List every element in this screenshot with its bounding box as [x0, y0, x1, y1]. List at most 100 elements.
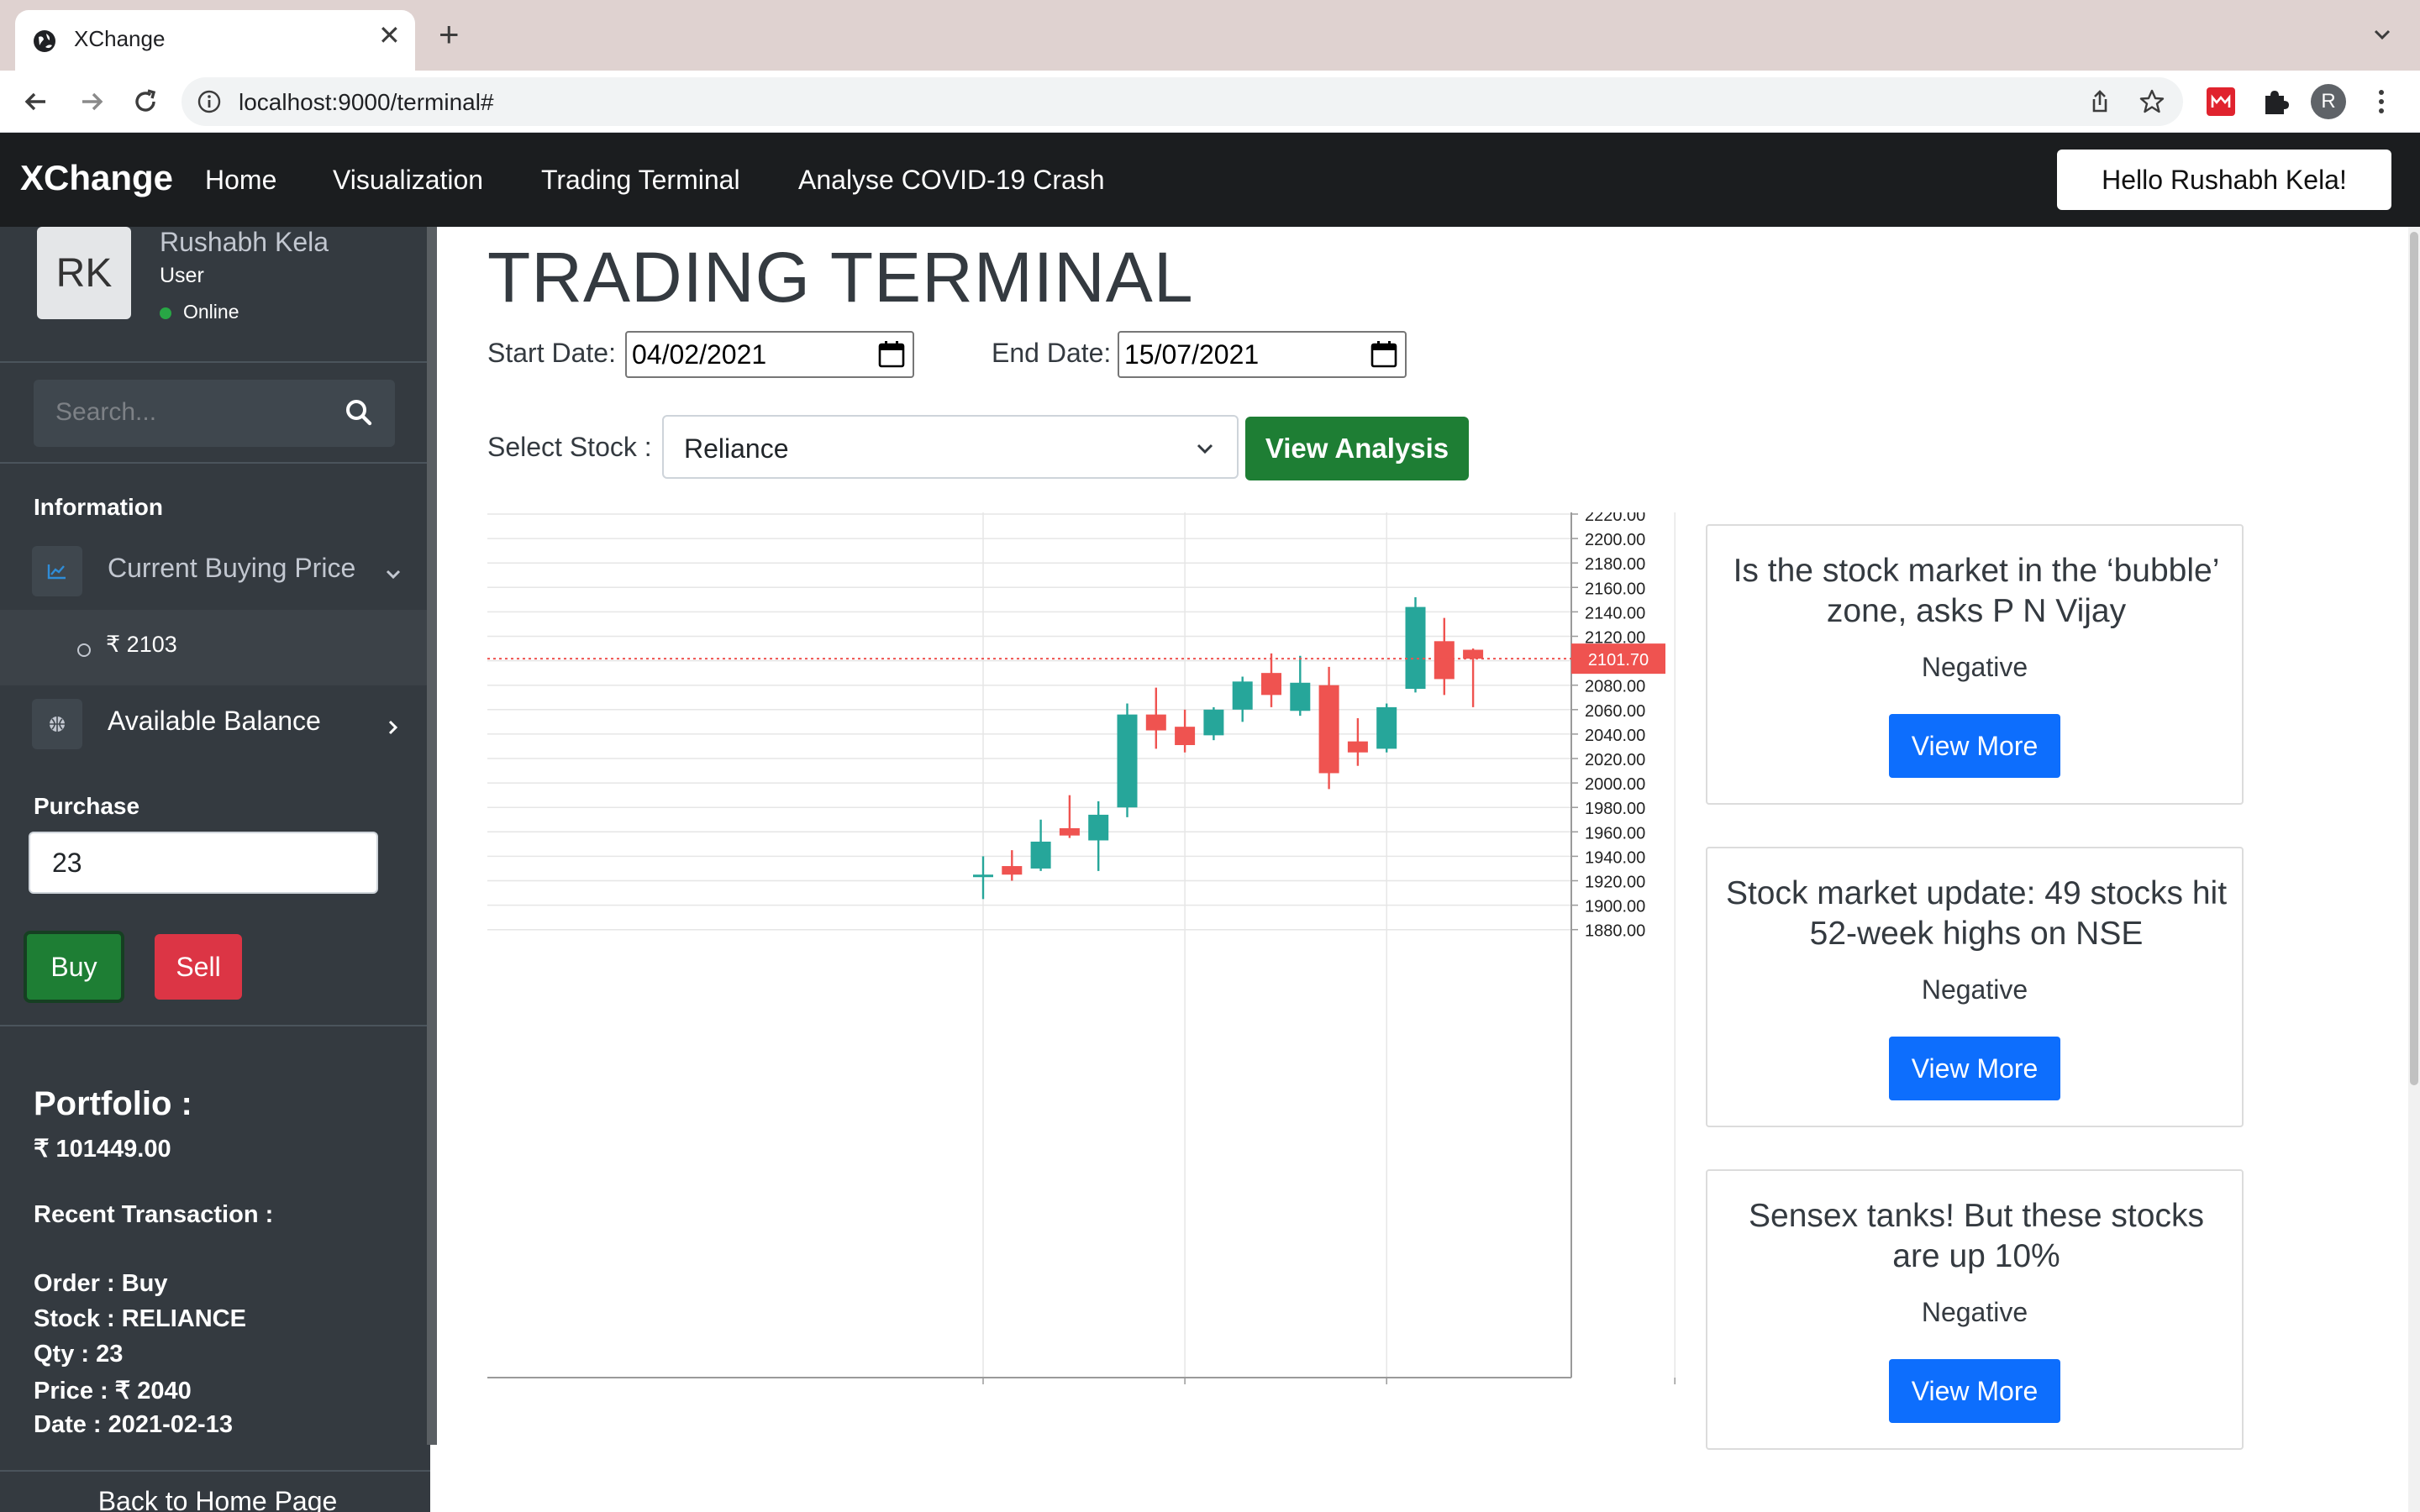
news-card: Sensex tanks! But these stocks are up 10…	[1706, 1169, 2244, 1450]
sidebar: RK Rushabh Kela User Online Search... In…	[0, 227, 430, 1512]
page-title: TRADING TERMINAL	[487, 238, 1194, 317]
candle-body	[1405, 606, 1426, 690]
chevron-down-icon	[1197, 444, 1213, 454]
back-to-home-link[interactable]: Back to Home Page	[0, 1470, 430, 1512]
current-price-value[interactable]: ₹ 2103	[106, 632, 177, 658]
view-more-button[interactable]: View More	[1889, 1037, 2060, 1100]
page-scrollbar-thumb[interactable]	[2410, 232, 2418, 1085]
url-text: localhost:9000/terminal#	[239, 89, 494, 115]
divider	[0, 1025, 430, 1026]
view-more-button[interactable]: View More	[1889, 1359, 2060, 1423]
view-analysis-button[interactable]: View Analysis	[1245, 417, 1469, 480]
candle-body	[1318, 685, 1339, 774]
candle-body	[1434, 641, 1455, 680]
stock-select[interactable]: Reliance	[662, 415, 1239, 479]
candle-body	[1117, 714, 1138, 808]
share-icon[interactable]	[2086, 87, 2114, 116]
candle-body	[1145, 714, 1166, 731]
txn-date: Date : 2021-02-13	[34, 1411, 233, 1438]
end-date-input[interactable]: 15/07/2021	[1118, 331, 1407, 378]
close-tab-icon[interactable]: ✕	[378, 22, 401, 49]
txn-order: Order : Buy	[34, 1270, 168, 1297]
brand-logo[interactable]: XChange	[20, 158, 173, 198]
sidebar-item-available-balance[interactable]: Available Balance	[108, 706, 321, 737]
portfolio-value: ₹ 101449.00	[34, 1136, 171, 1163]
start-date-value: 04/02/2021	[632, 339, 767, 370]
more-menu-icon[interactable]	[2371, 86, 2391, 118]
candle-body	[1290, 682, 1311, 711]
y-tick-label: 2140.00	[1585, 604, 1645, 622]
info-icon[interactable]	[197, 89, 222, 114]
y-tick-label: 2200.00	[1585, 531, 1645, 549]
last-price-label: 2101.70	[1588, 651, 1649, 669]
candle-body	[1261, 673, 1281, 696]
candle-body	[1232, 681, 1253, 710]
extension-icon[interactable]	[2207, 87, 2235, 116]
sidebar-scrollbar[interactable]	[427, 227, 437, 1445]
user-greeting-button[interactable]: Hello Rushabh Kela!	[2057, 150, 2391, 210]
candle-body	[1030, 841, 1051, 869]
candle-body	[973, 874, 993, 878]
search-input[interactable]: Search...	[55, 398, 156, 427]
purchase-heading: Purchase	[34, 793, 140, 819]
y-tick-label: 2040.00	[1585, 727, 1645, 745]
address-bar[interactable]: localhost:9000/terminal#	[182, 77, 2183, 126]
y-tick-label: 2060.00	[1585, 702, 1645, 721]
calendar-icon[interactable]	[877, 339, 906, 370]
browser-toolbar: localhost:9000/terminal# R	[0, 71, 2420, 133]
user-avatar: RK	[37, 227, 131, 319]
forward-icon[interactable]	[76, 86, 108, 118]
sidebar-search[interactable]: Search...	[34, 380, 395, 447]
y-tick-label: 2180.00	[1585, 555, 1645, 574]
txn-price: Price : ₹ 2040	[34, 1378, 192, 1404]
start-date-input[interactable]: 04/02/2021	[625, 331, 914, 378]
candlestick-chart[interactable]: 2220.002200.002180.002160.002140.002120.…	[487, 512, 1697, 1386]
puzzle-icon[interactable]	[2259, 86, 2291, 118]
y-tick-label: 1960.00	[1585, 824, 1645, 843]
nav-covid-crash[interactable]: Analyse COVID-19 Crash	[798, 165, 1105, 196]
chevron-right-icon[interactable]	[381, 716, 405, 739]
sell-button[interactable]: Sell	[155, 934, 242, 1000]
news-title: Sensex tanks! But these stocks are up 10…	[1749, 1198, 2204, 1274]
candle-body	[1002, 866, 1023, 875]
calendar-icon[interactable]	[1370, 339, 1398, 370]
view-more-button[interactable]: View More	[1889, 714, 2060, 778]
y-tick-label: 2080.00	[1585, 678, 1645, 696]
nav-home[interactable]: Home	[205, 165, 276, 196]
chevron-down-icon[interactable]	[381, 563, 405, 586]
browser-tab-strip: XChange ✕ +	[0, 0, 2420, 71]
bookmark-star-icon[interactable]	[2138, 87, 2166, 116]
purchase-quantity-input[interactable]: 23	[29, 832, 378, 894]
new-tab-icon[interactable]: +	[439, 17, 460, 52]
globe-icon	[32, 699, 82, 749]
back-icon[interactable]	[20, 86, 52, 118]
y-tick-label: 2220.00	[1585, 512, 1645, 525]
sidebar-item-current-price[interactable]: Current Buying Price	[108, 553, 355, 584]
chevron-down-icon[interactable]	[2370, 22, 2395, 47]
app-navbar: XChange Home Visualization Trading Termi…	[0, 133, 2420, 227]
y-tick-label: 1920.00	[1585, 874, 1645, 892]
tab-title: XChange	[74, 26, 166, 51]
y-tick-label: 2160.00	[1585, 580, 1645, 598]
candle-body	[1088, 814, 1109, 841]
reload-icon[interactable]	[129, 86, 161, 118]
online-status-dot	[160, 307, 171, 319]
nav-trading-terminal[interactable]: Trading Terminal	[541, 165, 740, 196]
profile-avatar[interactable]: R	[2311, 84, 2346, 119]
search-icon[interactable]	[343, 396, 375, 428]
extension-glyph-icon	[2211, 94, 2231, 108]
buy-button[interactable]: Buy	[24, 931, 124, 1003]
browser-tab[interactable]: XChange ✕	[15, 10, 415, 71]
chart-line-icon	[32, 546, 82, 596]
main-content: TRADING TERMINAL Start Date: 04/02/2021 …	[437, 227, 2403, 1512]
current-price-submenu: ₹ 2103	[0, 610, 430, 685]
circle-icon	[77, 643, 91, 657]
stock-select-value: Reliance	[684, 433, 789, 464]
y-tick-label: 2000.00	[1585, 775, 1645, 794]
candle-body	[1347, 741, 1368, 753]
news-title: Is the stock market in the ‘bubble’ zone…	[1733, 553, 2220, 629]
user-name[interactable]: Rushabh Kela	[160, 227, 329, 258]
online-status: Online	[183, 301, 239, 323]
nav-visualization[interactable]: Visualization	[333, 165, 483, 196]
y-tick-label: 1900.00	[1585, 898, 1645, 916]
